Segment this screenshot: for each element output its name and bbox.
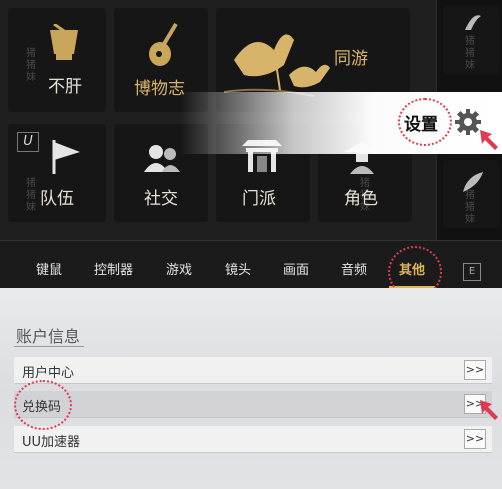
mortar-icon (50, 24, 78, 60)
game-menu-panel: 不肝 猪猪妹 博物志 同游 队伍 猪猪妹 社交 门派 角色 猪猪妹 U 猪猪妹 … (0, 0, 502, 240)
flag-icon (52, 140, 80, 174)
menu-tile-label: 博物志 (134, 79, 185, 99)
menu-tile-label: 同游 (334, 49, 368, 69)
quick-slot[interactable]: 猪猪妹 (443, 160, 499, 228)
watermark-text: 猪猪妹 (26, 178, 36, 213)
settings-row-uu-accelerator[interactable]: UU加速器 >> (14, 426, 492, 453)
watermark-text: 猪猪妹 (465, 190, 475, 225)
menu-tile-label: 队伍 (40, 189, 74, 209)
row-label: UU加速器 (22, 435, 81, 450)
menu-tile-label: 门派 (242, 189, 276, 209)
menu-tile-buganwen[interactable]: 不肝 猪猪妹 (8, 8, 106, 112)
section-title-account: 账户信息 (16, 327, 81, 346)
lute-icon (149, 22, 178, 66)
u-key-badge: U (17, 132, 39, 152)
watermark-text: 猪猪妹 (465, 36, 475, 71)
row-label: 用户中心 (22, 366, 75, 381)
quick-slot[interactable]: 猪猪妹 (443, 6, 499, 74)
annotation-circle (398, 98, 452, 146)
e-key-icon[interactable]: E (463, 263, 481, 281)
cranes-icon (224, 34, 330, 97)
pointer-arrow-icon (480, 130, 498, 150)
section-divider (14, 346, 84, 347)
watermark-text: 猪猪妹 (26, 48, 36, 83)
tab-camera[interactable]: 镜头 (225, 259, 251, 278)
open-button[interactable]: >> (464, 429, 486, 449)
annotation-circle (14, 380, 72, 430)
menu-tile-label: 社交 (144, 189, 178, 209)
tab-audio[interactable]: 音频 (341, 259, 367, 278)
settings-row-user-center[interactable]: 用户中心 >> (14, 357, 492, 384)
tab-controller[interactable]: 控制器 (94, 259, 133, 278)
settings-content-panel (0, 288, 502, 489)
ink-brush-icon (465, 15, 481, 30)
tab-graphics[interactable]: 画面 (283, 259, 309, 278)
people-icon (144, 145, 180, 172)
pointer-arrow-icon (480, 400, 498, 420)
watermark-text: 猪猪妹 (360, 178, 370, 213)
open-button[interactable]: >> (464, 360, 486, 380)
tab-game[interactable]: 游戏 (166, 259, 192, 278)
menu-tile-label: 不肝 (48, 77, 82, 97)
settings-row-redeem-code[interactable]: 兑换码 >> (14, 391, 492, 418)
tab-keyboard-mouse[interactable]: 键鼠 (36, 259, 62, 278)
